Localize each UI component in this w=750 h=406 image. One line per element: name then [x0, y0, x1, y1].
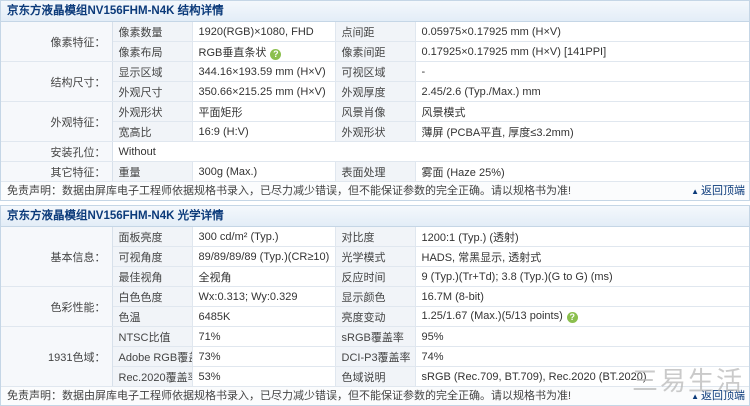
- spec-value: 6485K: [192, 306, 336, 327]
- spec-value: -: [415, 61, 749, 82]
- spec-value: 平面矩形: [192, 101, 336, 122]
- spec-label: 白色色度: [112, 286, 193, 307]
- table-row: 色彩性能： 白色色度 Wx:0.313; Wy:0.329 显示颜色 16.7M (8-…: [1, 286, 749, 327]
- spec-label: 色域说明: [335, 366, 416, 387]
- table-row: 像素特征： 像素数量 1920(RGB)×1080, FHD 点间距 0.05975×0…: [1, 22, 749, 62]
- group-label: 外观特征：: [1, 101, 113, 142]
- table-row: 最佳视角 全视角 反应时间 9 (Typ.)(Tr+Td); 3.8 (Typ.)(G…: [1, 266, 749, 287]
- structure-disclaimer: 免责声明：数据由屏库电子工程师依据规格书录入，已尽力减少错误，但不能保证参数的完…: [1, 182, 749, 200]
- spec-label: 点间距: [335, 22, 416, 42]
- spec-value: 雾面 (Haze 25%): [415, 161, 749, 182]
- spec-label: 像素间距: [335, 41, 416, 62]
- spec-value: 16.7M (8-bit): [415, 286, 749, 307]
- spec-value: 1920(RGB)×1080, FHD: [192, 22, 336, 42]
- help-circle-icon[interactable]: ?: [270, 48, 282, 60]
- spec-label: sRGB覆盖率: [335, 326, 416, 347]
- spec-value: 风景模式: [415, 101, 749, 122]
- spec-label: 表面处理: [335, 161, 416, 182]
- spec-value: 89/89/89/89 (Typ.)(CR≥10): [192, 246, 336, 267]
- table-row: 1931色域： NTSC比值 71% sRGB覆盖率 95%: [1, 326, 749, 387]
- group-label: 像素特征：: [1, 22, 113, 62]
- spec-value: 71%: [192, 326, 336, 347]
- spec-value: 16:9 (H:V): [192, 121, 336, 142]
- disclaimer-text: 免责声明：数据由屏库电子工程师依据规格书录入，已尽力减少错误，但不能保证参数的完…: [7, 390, 572, 402]
- spec-value: Without: [112, 141, 749, 162]
- spec-label: 像素数量: [112, 22, 193, 42]
- table-row: 基本信息： 面板亮度 300 cd/m² (Typ.) 对比度 1200:1 (Typ.…: [1, 227, 749, 287]
- spec-value: 1200:1 (Typ.) (透射): [415, 227, 749, 247]
- spec-label: 最佳视角: [112, 266, 193, 287]
- spec-label: 外观尺寸: [112, 81, 193, 102]
- back-to-top-link[interactable]: ▲ 返回顶端: [691, 182, 745, 201]
- disclaimer-text: 免责声明：数据由屏库电子工程师依据规格书录入，已尽力减少错误，但不能保证参数的完…: [7, 185, 572, 197]
- spec-label: 像素布局: [112, 41, 193, 62]
- group-label: 其它特征：: [1, 161, 113, 182]
- table-row: 色温 6485K 亮度变动 1.25/1.67 (Max.)(5/13 points)…: [1, 306, 749, 327]
- spec-value: HADS, 常黑显示, 透射式: [415, 246, 749, 267]
- spec-value: 350.66×215.25 mm (H×V): [192, 81, 336, 102]
- spec-value: 300 cd/m² (Typ.): [192, 227, 336, 247]
- spec-value: 2.45/2.6 (Typ./Max.) mm: [415, 81, 749, 102]
- spec-label: 色温: [112, 306, 193, 327]
- group-label: 色彩性能：: [1, 286, 113, 327]
- spec-label: 宽高比: [112, 121, 193, 142]
- spec-value: 73%: [192, 346, 336, 367]
- table-row: 安装孔位： Without: [1, 141, 749, 162]
- table-row: 其它特征： 重量 300g (Max.) 表面处理 雾面 (Haze 25%): [1, 161, 749, 182]
- watermark: 三易生活: [631, 367, 744, 397]
- table-row: 像素布局 RGB垂直条状? 像素间距 0.17925×0.17925 mm (H×V)…: [1, 41, 749, 62]
- table-row: 可视角度 89/89/89/89 (Typ.)(CR≥10) 光学模式 HADS, 常…: [1, 246, 749, 267]
- spec-label: 重量: [112, 161, 193, 182]
- spec-label: Rec.2020覆盖率: [112, 366, 193, 387]
- spec-value: RGB垂直条状?: [192, 41, 336, 62]
- optical-panel-title: 京东方液晶模组NV156FHM-N4K 光学详情: [1, 206, 749, 227]
- spec-value: 95%: [415, 326, 749, 347]
- table-row: 结构尺寸： 显示区域 344.16×193.59 mm (H×V) 可视区域 -: [1, 61, 749, 102]
- spec-value: 全视角: [192, 266, 336, 287]
- spec-label: NTSC比值: [112, 326, 193, 347]
- spec-value: 薄屏 (PCBA平直, 厚度≤3.2mm): [415, 121, 749, 142]
- spec-value: 0.17925×0.17925 mm (H×V) [141PPI]: [415, 41, 749, 62]
- spec-label: 可视区域: [335, 61, 416, 82]
- structure-table: 像素特征： 像素数量 1920(RGB)×1080, FHD 点间距 0.05975×0…: [1, 22, 749, 182]
- spec-value: Wx:0.313; Wy:0.329: [192, 286, 336, 307]
- table-row: 宽高比 16:9 (H:V) 外观形状 薄屏 (PCBA平直, 厚度≤3.2mm): [1, 121, 749, 142]
- spec-label: 反应时间: [335, 266, 416, 287]
- group-label: 基本信息：: [1, 227, 113, 287]
- structure-panel-title: 京东方液晶模组NV156FHM-N4K 结构详情: [1, 1, 749, 22]
- table-row: 外观尺寸 350.66×215.25 mm (H×V) 外观厚度 2.45/2.6 (…: [1, 81, 749, 102]
- group-label: 1931色域：: [1, 326, 113, 387]
- spec-label: 显示颜色: [335, 286, 416, 307]
- structure-panel: 京东方液晶模组NV156FHM-N4K 结构详情 像素特征： 像素数量 1920(R…: [0, 0, 750, 201]
- spec-label: 显示区域: [112, 61, 193, 82]
- up-arrow-icon: ▲: [691, 187, 699, 196]
- spec-label: 亮度变动: [335, 306, 416, 327]
- spec-value: 344.16×193.59 mm (H×V): [192, 61, 336, 82]
- spec-value: 0.05975×0.17925 mm (H×V): [415, 22, 749, 42]
- spec-label: 可视角度: [112, 246, 193, 267]
- table-row: 外观特征： 外观形状 平面矩形 风景肖像 风景模式: [1, 101, 749, 142]
- spec-label: 外观形状: [112, 101, 193, 122]
- help-circle-icon[interactable]: ?: [566, 312, 578, 323]
- spec-label: 面板亮度: [112, 227, 193, 247]
- group-label: 结构尺寸：: [1, 61, 113, 102]
- spec-label: 外观厚度: [335, 81, 416, 102]
- spec-label: 风景肖像: [335, 101, 416, 122]
- spec-label: Adobe RGB覆盖率: [112, 346, 193, 367]
- spec-label: 对比度: [335, 227, 416, 247]
- group-label: 安装孔位：: [1, 141, 113, 162]
- spec-value: 53%: [192, 366, 336, 387]
- spec-value: 9 (Typ.)(Tr+Td); 3.8 (Typ.)(G to G) (ms): [415, 266, 749, 287]
- spec-label: 外观形状: [335, 121, 416, 142]
- spec-label: DCI-P3覆盖率: [335, 346, 416, 367]
- spec-value: 300g (Max.): [192, 161, 336, 182]
- spec-value: 1.25/1.67 (Max.)(5/13 points)?: [415, 306, 749, 327]
- spec-label: 光学模式: [335, 246, 416, 267]
